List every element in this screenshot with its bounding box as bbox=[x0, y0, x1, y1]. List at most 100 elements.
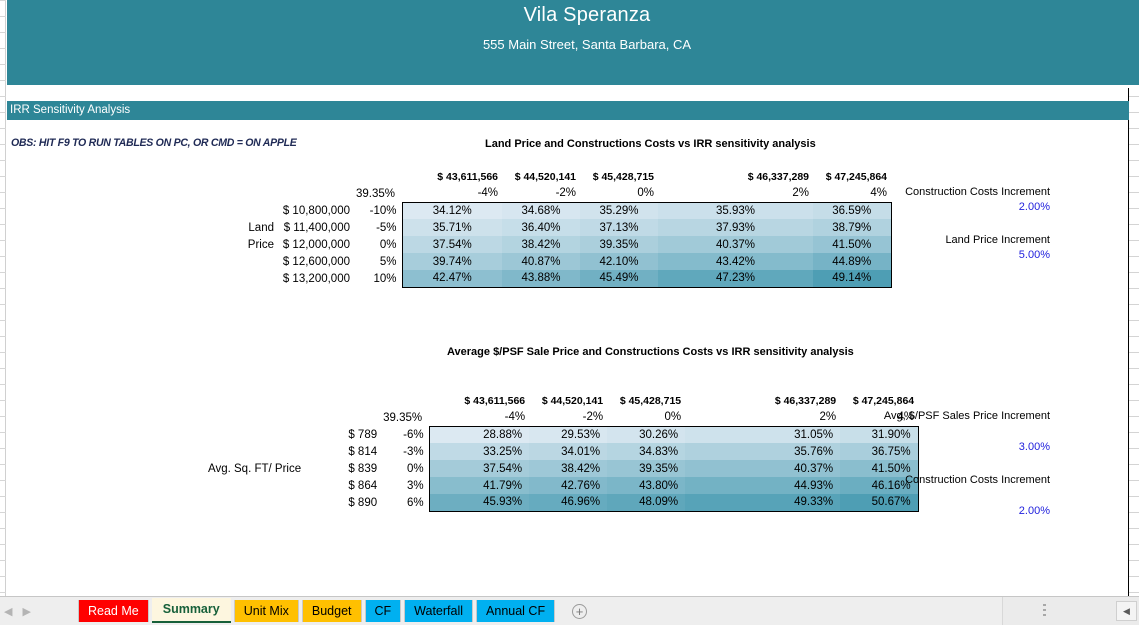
table-row-header-value-2: $ 839 bbox=[309, 460, 383, 477]
table2-sensitivity-grid: $ 43,611,566$ 44,520,141$ 45,428,715$ 46… bbox=[208, 392, 919, 512]
table-col-header-cost-0: $ 43,611,566 bbox=[402, 168, 502, 185]
scrollbar-grip-icon[interactable] bbox=[1043, 604, 1046, 618]
spreadsheet-window: Vila Speranza 555 Main Street, Santa Bar… bbox=[0, 0, 1139, 625]
table-cell-irr: 43.80% bbox=[607, 477, 685, 494]
spacer-cell bbox=[208, 168, 282, 185]
table-cell-irr: 36.40% bbox=[502, 219, 580, 236]
table-col-header-delta-3: 2% bbox=[658, 185, 813, 202]
table-row-header-delta-3: 3% bbox=[383, 477, 429, 494]
table-cell-irr: 48.09% bbox=[607, 494, 685, 511]
table-cell-irr: 29.53% bbox=[529, 426, 607, 443]
table-col-header-cost-3: $ 46,337,289 bbox=[658, 168, 813, 185]
table1-param1-label: Construction Costs Increment bbox=[860, 186, 1050, 198]
table-base-irr-value: 39.35% bbox=[383, 409, 429, 426]
table-row-axis-label bbox=[208, 270, 282, 287]
sheet-tab-cf[interactable]: CF bbox=[365, 600, 402, 622]
table-row-header-value-4: $ 890 bbox=[309, 494, 383, 511]
table-cell-irr: 30.26% bbox=[607, 426, 685, 443]
add-sheet-button[interactable]: + bbox=[572, 604, 587, 619]
spacer-cell bbox=[208, 392, 309, 409]
table-col-header-cost-1: $ 44,520,141 bbox=[529, 392, 607, 409]
scroll-left-button[interactable]: ◀ bbox=[1116, 601, 1137, 621]
table2-param2-value[interactable]: 2.00% bbox=[856, 505, 1050, 517]
table-row: $ 10,800,000-10%34.12%34.68%35.29%35.93%… bbox=[208, 202, 891, 219]
sheet-tab-summary[interactable]: Summary bbox=[152, 598, 231, 623]
table-row: $ 8643%41.79%42.76%43.80%44.93%46.16% bbox=[208, 477, 918, 494]
table-col-header-delta-0: -4% bbox=[429, 409, 529, 426]
sheet-tab-budget[interactable]: Budget bbox=[302, 600, 362, 622]
table-row-axis-label bbox=[208, 477, 309, 494]
table1-param2-value[interactable]: 5.00% bbox=[860, 249, 1050, 261]
table-cell-irr: 38.42% bbox=[529, 460, 607, 477]
sheet-tab-waterfall[interactable]: Waterfall bbox=[404, 600, 473, 622]
table-row-header-value-3: $ 864 bbox=[309, 477, 383, 494]
table-cell-irr: 34.68% bbox=[502, 202, 580, 219]
left-gutter-column bbox=[0, 0, 6, 596]
table-row-axis-label bbox=[208, 253, 282, 270]
table-cell-irr: 35.71% bbox=[402, 219, 502, 236]
table1-sensitivity-grid: $ 43,611,566$ 44,520,141$ 45,428,715$ 46… bbox=[208, 168, 892, 288]
table-cell-irr: 43.88% bbox=[502, 270, 580, 287]
table1-param2-label: Land Price Increment bbox=[860, 234, 1050, 246]
table-cell-irr: 28.88% bbox=[429, 426, 529, 443]
table-row: $ 13,200,00010%42.47%43.88%45.49%47.23%4… bbox=[208, 270, 891, 287]
table2-param1-value[interactable]: 3.00% bbox=[856, 441, 1050, 453]
table-col-header-cost-4: $ 47,245,864 bbox=[840, 392, 918, 409]
table-col-header-cost-2: $ 45,428,715 bbox=[607, 392, 685, 409]
table-cell-irr: 34.01% bbox=[529, 443, 607, 460]
table-row-axis-label bbox=[208, 426, 309, 443]
sheet-tabs: Read MeSummaryUnit MixBudgetCFWaterfallA… bbox=[78, 597, 555, 625]
table2-param2-label: Construction Costs Increment bbox=[856, 474, 1050, 486]
table-col-header-cost-0: $ 43,611,566 bbox=[429, 392, 529, 409]
table-row-header-delta-1: -3% bbox=[383, 443, 429, 460]
table2-param1-label: Avg, $/PSF Sales Price Increment bbox=[856, 410, 1050, 422]
table-row: Avg. Sq. FT/ Price$ 8390%37.54%38.42%39.… bbox=[208, 460, 918, 477]
table-cell-irr: 42.47% bbox=[402, 270, 502, 287]
table-cell-irr: 39.35% bbox=[607, 460, 685, 477]
table-cell-irr: 34.12% bbox=[402, 202, 502, 219]
table-col-header-delta-3: 2% bbox=[685, 409, 840, 426]
table-col-header-delta-1: -2% bbox=[529, 409, 607, 426]
table-row-header-delta-2: 0% bbox=[383, 460, 429, 477]
table-row: $ 814-3%33.25%34.01%34.83%35.76%36.75% bbox=[208, 443, 918, 460]
table-row-axis-label: Price bbox=[208, 236, 282, 253]
table-cell-irr: 40.87% bbox=[502, 253, 580, 270]
table-row-header-delta-2: 0% bbox=[356, 236, 402, 253]
table-row-header-delta-0: -6% bbox=[383, 426, 429, 443]
table-cell-irr: 42.76% bbox=[529, 477, 607, 494]
table-row: $ 8906%45.93%46.96%48.09%49.33%50.67% bbox=[208, 494, 918, 511]
table-col-header-delta-2: 0% bbox=[580, 185, 658, 202]
spacer-cell bbox=[208, 185, 282, 202]
sheet-nav-arrows[interactable]: ◀ ▶ bbox=[4, 603, 48, 621]
table-row-axis-label: Avg. Sq. FT/ Price bbox=[208, 460, 309, 477]
sheet-tab-read-me[interactable]: Read Me bbox=[78, 600, 149, 622]
table-cell-irr: 44.93% bbox=[685, 477, 840, 494]
table-cell-irr: 43.42% bbox=[658, 253, 813, 270]
table-col-header-cost-4: $ 47,245,864 bbox=[813, 168, 891, 185]
table-cell-irr: 40.37% bbox=[685, 460, 840, 477]
table-cell-irr: 31.05% bbox=[685, 426, 840, 443]
table1-title: Land Price and Constructions Costs vs IR… bbox=[485, 138, 816, 150]
print-area-right-border bbox=[1128, 88, 1129, 596]
next-sheet-arrow-icon[interactable]: ▶ bbox=[22, 607, 30, 618]
prev-sheet-arrow-icon[interactable]: ◀ bbox=[4, 607, 12, 618]
sheet-tab-unit-mix[interactable]: Unit Mix bbox=[234, 600, 299, 622]
refresh-instruction-note: OBS: HIT F9 TO RUN TABLES ON PC, OR CMD … bbox=[11, 137, 297, 149]
spacer-cell bbox=[309, 392, 383, 409]
table-row-axis-label bbox=[208, 494, 309, 511]
horizontal-scrollbar[interactable]: ◀ bbox=[1002, 597, 1139, 625]
table1-param1-value[interactable]: 2.00% bbox=[860, 201, 1050, 213]
table-row-header-delta-0: -10% bbox=[356, 202, 402, 219]
table2-title: Average $/PSF Sale Price and Constructio… bbox=[447, 346, 854, 358]
sheet-tab-bar: ◀ ▶ Read MeSummaryUnit MixBudgetCFWaterf… bbox=[0, 596, 1139, 625]
sheet-tab-annual-cf[interactable]: Annual CF bbox=[476, 600, 555, 622]
table-cell-irr: 39.74% bbox=[402, 253, 502, 270]
table-cell-irr: 45.93% bbox=[429, 494, 529, 511]
section-header-irr-sensitivity: IRR Sensitivity Analysis bbox=[7, 101, 1129, 120]
table-cell-irr: 35.76% bbox=[685, 443, 840, 460]
property-banner: Vila Speranza 555 Main Street, Santa Bar… bbox=[7, 0, 1139, 85]
spacer-cell bbox=[208, 409, 309, 426]
table-cell-irr: 34.83% bbox=[607, 443, 685, 460]
table-cell-irr: 41.79% bbox=[429, 477, 529, 494]
table-cell-irr: 47.23% bbox=[658, 270, 813, 287]
